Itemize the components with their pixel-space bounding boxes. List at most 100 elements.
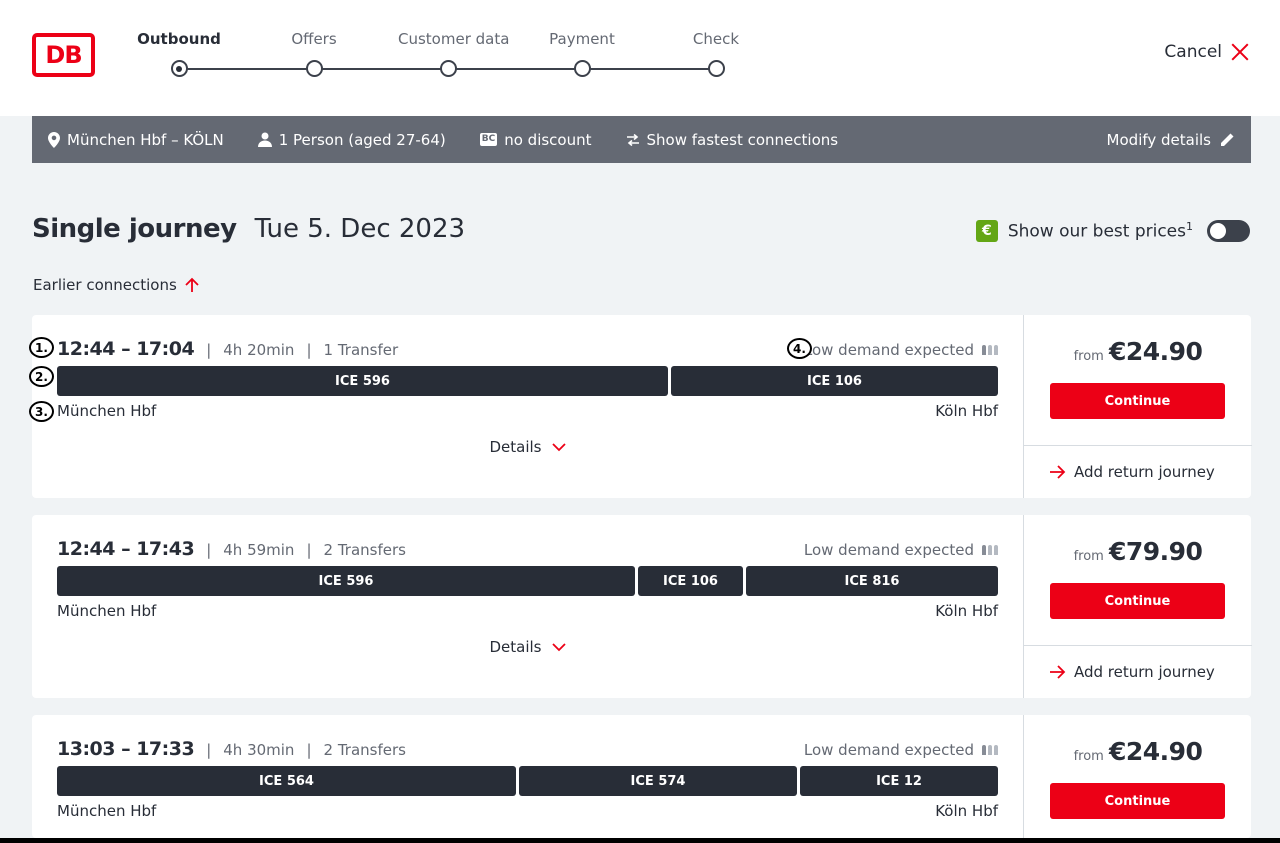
connection-main: 12:44 – 17:04 | 4h 20min | 1 Transfer Lo…	[32, 315, 1023, 498]
transfers: 2 Transfers	[323, 541, 406, 559]
price-amount: €24.90	[1108, 337, 1203, 366]
cancel-button[interactable]: Cancel	[1164, 42, 1250, 62]
chevron-down-icon	[551, 442, 566, 451]
return-label: Add return journey	[1074, 663, 1215, 681]
from-label: from	[1073, 549, 1104, 564]
demand-indicator: Low demand expected	[804, 741, 998, 759]
occupancy-icon	[982, 345, 998, 355]
stations: München Hbf Köln Hbf	[57, 602, 998, 620]
demand-text: Low demand expected	[803, 741, 974, 759]
step-label: Outbound	[137, 30, 221, 48]
train-segment[interactable]: ICE 564	[57, 766, 516, 796]
step-dot-active	[170, 60, 188, 77]
annotation-marker-4: 4.	[787, 338, 812, 359]
route-text: München Hbf – KÖLN	[67, 130, 224, 149]
price-panel: from €24.90 Continue	[1023, 715, 1251, 838]
arrow-right-icon	[1050, 665, 1066, 679]
step-outbound: Outbound	[129, 30, 229, 77]
train-segment[interactable]: ICE 12	[800, 766, 998, 796]
price-amount: €79.90	[1108, 537, 1203, 566]
step-dot	[439, 60, 457, 77]
footnote-marker: 1	[1186, 220, 1193, 234]
earlier-connections-link[interactable]: Earlier connections	[33, 276, 199, 294]
details-toggle[interactable]: Details	[32, 638, 1023, 656]
summary-passengers: 1 Person (aged 27-64)	[257, 130, 446, 149]
from-label: from	[1073, 349, 1104, 364]
best-prices-label: Show our best prices1	[1008, 220, 1193, 242]
connection-times: 12:44 – 17:04 | 4h 20min | 1 Transfer	[57, 338, 398, 360]
location-pin-icon	[48, 131, 60, 148]
transfers: 2 Transfers	[323, 741, 406, 759]
connection-card: 12:44 – 17:43 | 4h 59min | 2 Transfers L…	[32, 515, 1252, 698]
train-segment[interactable]: ICE 106	[671, 366, 998, 396]
connection-times: 12:44 – 17:43 | 4h 59min | 2 Transfers	[57, 538, 406, 560]
train-segment[interactable]: ICE 816	[746, 566, 998, 596]
best-prices-toggle[interactable]	[1207, 220, 1250, 242]
close-icon	[1230, 42, 1250, 62]
bahncard-icon: BC	[479, 133, 498, 146]
price-amount: €24.90	[1108, 737, 1203, 766]
arrow-up-icon	[185, 277, 199, 292]
train-segment[interactable]: ICE 596	[57, 566, 635, 596]
demand-indicator: Low demand expected	[804, 341, 998, 359]
step-payment: Payment	[532, 30, 632, 77]
stations: München Hbf Köln Hbf	[57, 802, 998, 820]
connection-main: 13:03 – 17:33 | 4h 30min | 2 Transfers L…	[32, 715, 1023, 838]
step-offers: Offers	[264, 30, 364, 77]
connection-card: 13:03 – 17:33 | 4h 30min | 2 Transfers L…	[32, 715, 1251, 838]
step-dot	[707, 60, 725, 77]
connection-times: 13:03 – 17:33 | 4h 30min | 2 Transfers	[57, 738, 406, 760]
price-panel: from €79.90 Continue Add return journey	[1023, 515, 1252, 698]
chevron-down-icon	[551, 642, 566, 651]
modify-details-button[interactable]: Modify details	[1107, 131, 1235, 149]
separator: |	[206, 341, 212, 359]
continue-button[interactable]: Continue	[1050, 583, 1225, 619]
swap-arrows-icon	[626, 133, 639, 146]
journey-heading: Single journey Tue 5. Dec 2023	[32, 214, 465, 244]
earlier-label: Earlier connections	[33, 276, 177, 294]
details-label: Details	[489, 638, 542, 656]
step-label: Payment	[549, 30, 615, 48]
duration: 4h 30min	[223, 741, 295, 759]
annotation-marker-1: 1.	[29, 337, 54, 358]
occupancy-icon	[982, 745, 998, 755]
train-segment[interactable]: ICE 106	[638, 566, 743, 596]
summary-discount: BC no discount	[479, 131, 592, 149]
step-customer-data: Customer data	[398, 30, 509, 77]
train-segments: ICE 596 ICE 106	[57, 366, 998, 396]
train-segments: ICE 596 ICE 106 ICE 816	[57, 566, 998, 596]
journey-type: Single journey	[32, 214, 237, 244]
annotation-marker-3: 3.	[29, 401, 54, 422]
occupancy-icon	[982, 545, 998, 555]
continue-button[interactable]: Continue	[1050, 383, 1225, 419]
add-return-journey-link[interactable]: Add return journey	[1024, 645, 1252, 698]
departure-arrival-time: 12:44 – 17:04	[57, 338, 195, 360]
person-icon	[257, 132, 272, 147]
search-summary-bar: München Hbf – KÖLN 1 Person (aged 27-64)…	[32, 116, 1251, 163]
continue-button[interactable]: Continue	[1050, 783, 1225, 819]
train-segment[interactable]: ICE 574	[519, 766, 797, 796]
demand-text: Low demand expected	[803, 341, 974, 359]
separator: |	[306, 741, 312, 759]
logo-text: DB	[45, 41, 82, 69]
departure-arrival-time: 13:03 – 17:33	[57, 738, 195, 760]
pencil-icon	[1221, 133, 1234, 146]
separator: |	[206, 741, 212, 759]
step-check: Check	[666, 30, 766, 77]
db-logo[interactable]: DB	[32, 33, 95, 77]
duration: 4h 59min	[223, 541, 295, 559]
passengers-text: 1 Person (aged 27-64)	[278, 130, 446, 149]
summary-route: München Hbf – KÖLN	[48, 131, 224, 149]
return-label: Add return journey	[1074, 463, 1215, 481]
train-segment[interactable]: ICE 596	[57, 366, 668, 396]
step-dot	[305, 60, 323, 77]
origin-station: München Hbf	[57, 602, 157, 620]
details-toggle[interactable]: Details	[32, 438, 1023, 456]
separator: |	[206, 541, 212, 559]
separator: |	[306, 341, 312, 359]
destination-station: Köln Hbf	[935, 402, 998, 420]
add-return-journey-link[interactable]: Add return journey	[1024, 445, 1252, 498]
summary-fastest: Show fastest connections	[626, 131, 838, 149]
cancel-label: Cancel	[1164, 42, 1222, 62]
best-prices-text: Show our best prices	[1007, 221, 1186, 242]
